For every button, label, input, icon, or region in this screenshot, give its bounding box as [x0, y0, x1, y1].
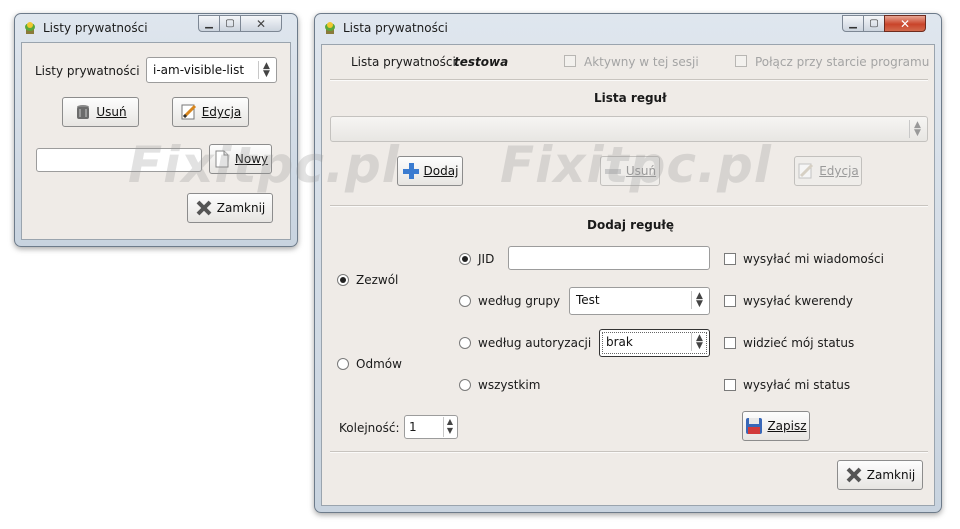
updown-arrows-icon: ▲ ▼ — [258, 61, 274, 79]
group-select[interactable]: Test ▲ ▼ — [569, 287, 710, 315]
all-radio[interactable] — [459, 379, 471, 391]
plus-icon — [402, 163, 419, 179]
app-icon — [325, 22, 335, 34]
jid-radio[interactable] — [459, 253, 471, 265]
save-label: Zapisz — [767, 419, 807, 433]
send-queries-label: wysyłać kwerendy — [743, 294, 853, 308]
send-status-label: wysyłać mi status — [743, 378, 851, 392]
delete-label: Usuń — [625, 164, 657, 178]
close-window-button[interactable]: ✕ — [240, 15, 282, 32]
privacy-list-window: Lista prywatności ▁ ▢ ✕ Lista prywatnośc… — [314, 13, 942, 513]
minimize-button[interactable]: ▁ — [198, 15, 220, 32]
divider — [330, 79, 928, 81]
new-list-name-input[interactable] — [36, 148, 202, 172]
minimize-button[interactable]: ▁ — [842, 15, 864, 32]
deny-label: Odmów — [356, 357, 402, 371]
new-list-button[interactable]: Nowy — [209, 144, 272, 174]
group-value: Test — [576, 293, 600, 307]
connect-startup-checkbox[interactable] — [735, 55, 747, 67]
active-session-label: Aktywny w tej sesji — [584, 55, 699, 69]
close-icon: ✕ — [255, 16, 267, 31]
see-status-label: widzieć mój status — [743, 336, 855, 350]
add-label: Dodaj — [423, 164, 459, 178]
close-label: Zamknij — [866, 468, 916, 482]
minus-icon — [604, 169, 621, 174]
send-messages-checkbox[interactable] — [724, 253, 736, 265]
titlebar[interactable]: Lista prywatności ▁ ▢ ✕ — [315, 14, 941, 42]
auth-select[interactable]: brak ▲ ▼ — [599, 329, 710, 357]
rules-select[interactable]: ▲ ▼ — [330, 116, 928, 142]
list-label: Lista prywatności — [351, 55, 456, 69]
by-auth-label: według autoryzacji — [478, 336, 592, 350]
window-title: Listy prywatności — [43, 21, 148, 35]
window-client: Listy prywatności i-am-visible-list ▲ ▼ U… — [21, 42, 291, 240]
updown-arrows-icon: ▲ ▼ — [691, 291, 707, 309]
save-button[interactable]: Zapisz — [742, 411, 810, 441]
close-x-icon — [846, 467, 862, 483]
updown-arrows-icon: ▲ ▼ — [909, 120, 925, 138]
privacy-list-select[interactable]: i-am-visible-list ▲ ▼ — [146, 57, 277, 83]
trash-icon — [77, 105, 90, 119]
divider — [330, 205, 928, 207]
minimize-icon: ▁ — [205, 18, 213, 29]
connect-startup-label: Połącz przy starcie programu — [755, 55, 930, 69]
privacy-lists-window: Listy prywatności ▁ ▢ ✕ Listy prywatnośc… — [14, 13, 298, 247]
close-icon: ✕ — [899, 16, 911, 31]
edit-label: Edycja — [819, 164, 859, 178]
save-disk-icon — [746, 418, 763, 434]
list-name: testowa — [454, 55, 509, 69]
lists-label: Listy prywatności — [35, 64, 140, 78]
allow-radio[interactable] — [337, 274, 349, 286]
window-title: Lista prywatności — [343, 21, 448, 35]
see-status-checkbox[interactable] — [724, 337, 736, 349]
maximize-icon: ▢ — [225, 18, 235, 29]
deny-radio[interactable] — [337, 358, 349, 370]
edit-list-button[interactable]: Edycja — [172, 97, 249, 127]
close-button[interactable]: Zamknij — [837, 460, 923, 490]
maximize-button[interactable]: ▢ — [863, 15, 885, 32]
maximize-button[interactable]: ▢ — [219, 15, 241, 32]
edit-rule-button[interactable]: Edycja — [794, 156, 862, 186]
edit-icon — [181, 104, 196, 120]
by-group-radio[interactable] — [459, 295, 471, 307]
by-auth-radio[interactable] — [459, 337, 471, 349]
active-session-checkbox[interactable] — [564, 55, 576, 67]
updown-arrows-icon: ▲ ▼ — [691, 333, 707, 351]
divider — [330, 451, 928, 453]
spin-arrows-icon[interactable]: ▲ ▼ — [443, 417, 456, 437]
close-button[interactable]: Zamknij — [187, 193, 273, 223]
titlebar[interactable]: Listy prywatności ▁ ▢ ✕ — [15, 14, 297, 42]
edit-icon — [798, 163, 814, 179]
close-x-icon — [196, 200, 212, 216]
send-messages-label: wysyłać mi wiadomości — [743, 252, 884, 266]
delete-label: Usuń — [96, 105, 127, 119]
send-queries-checkbox[interactable] — [724, 295, 736, 307]
app-icon — [25, 22, 35, 34]
jid-label: JID — [478, 252, 495, 266]
edit-label: Edycja — [201, 105, 242, 119]
delete-list-button[interactable]: Usuń — [62, 97, 139, 127]
close-label: Zamknij — [216, 201, 266, 215]
window-client: Lista prywatności testowa Aktywny w tej … — [321, 44, 935, 506]
order-value: 1 — [409, 420, 417, 434]
order-spinbox[interactable]: 1 ▲ ▼ — [404, 415, 458, 439]
all-label: wszystkim — [478, 378, 541, 392]
close-window-button[interactable]: ✕ — [884, 15, 926, 32]
rules-header: Lista reguł — [594, 91, 667, 105]
allow-label: Zezwól — [356, 273, 399, 287]
jid-input[interactable] — [508, 246, 710, 270]
new-document-icon — [215, 150, 229, 168]
maximize-icon: ▢ — [869, 18, 879, 29]
selected-list: i-am-visible-list — [153, 63, 245, 77]
add-rule-button[interactable]: Dodaj — [397, 156, 463, 186]
minimize-icon: ▁ — [849, 18, 857, 29]
by-group-label: według grupy — [478, 294, 561, 308]
new-label: Nowy — [234, 152, 269, 166]
order-label: Kolejność: — [339, 421, 400, 435]
add-rule-header: Dodaj regułę — [587, 218, 674, 232]
delete-rule-button[interactable]: Usuń — [600, 156, 660, 186]
auth-value: brak — [606, 335, 633, 349]
send-status-checkbox[interactable] — [724, 379, 736, 391]
